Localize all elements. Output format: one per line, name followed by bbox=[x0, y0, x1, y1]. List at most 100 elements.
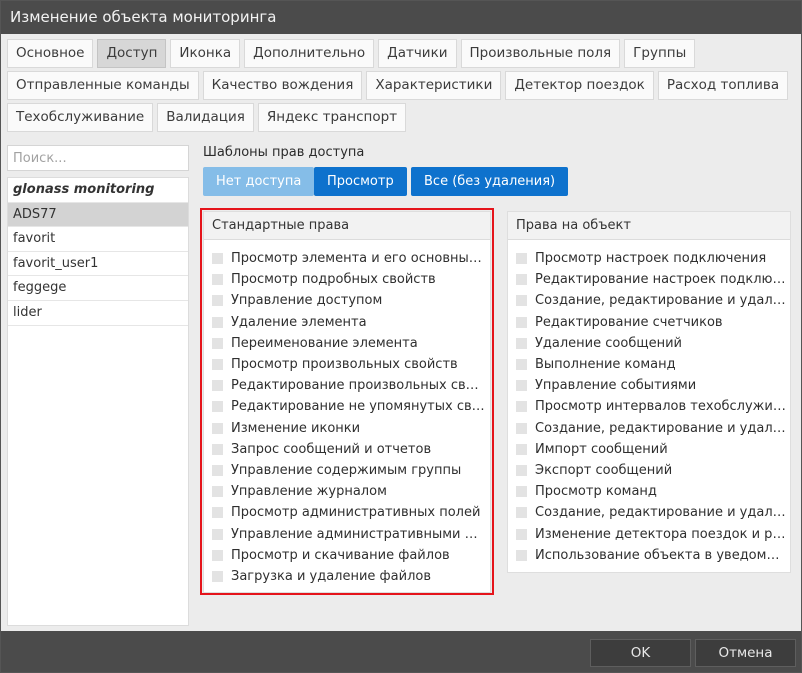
permission-checkbox[interactable] bbox=[516, 401, 527, 413]
tab-item[interactable]: Яндекс транспорт bbox=[257, 103, 407, 132]
permission-checkbox[interactable] bbox=[212, 253, 223, 265]
permission-row[interactable]: Просмотр интервалов техобслуживания bbox=[508, 396, 790, 417]
permission-checkbox[interactable] bbox=[212, 422, 223, 434]
permission-row[interactable]: Просмотр настроек подключения bbox=[508, 248, 790, 269]
permission-row[interactable]: Редактирование произвольных свойств bbox=[204, 375, 490, 396]
permission-label: Просмотр настроек подключения bbox=[535, 251, 767, 267]
permission-row[interactable]: Управление журналом bbox=[204, 481, 490, 502]
permission-row[interactable]: Управление событиями bbox=[508, 375, 790, 396]
permission-checkbox[interactable] bbox=[212, 380, 223, 392]
user-list-item[interactable]: lider bbox=[8, 301, 188, 326]
user-list-item[interactable]: favorit bbox=[8, 227, 188, 252]
view-button[interactable]: Просмотр bbox=[314, 167, 407, 196]
tab-item[interactable]: Расход топлива bbox=[657, 71, 789, 100]
permission-label: Просмотр интервалов техобслуживания bbox=[535, 399, 790, 415]
permission-label: Просмотр административных полей bbox=[231, 505, 481, 521]
tab-row-1: Основное Доступ Иконка Дополнительно Датчики… bbox=[7, 39, 699, 68]
permission-checkbox[interactable] bbox=[516, 295, 527, 307]
permission-checkbox[interactable] bbox=[212, 359, 223, 371]
permission-row[interactable]: Создание, редактирование и удаление датч… bbox=[508, 290, 790, 311]
ok-button[interactable]: OK bbox=[590, 639, 691, 667]
tab-item[interactable]: Отправленные команды bbox=[7, 71, 199, 100]
permission-checkbox[interactable] bbox=[212, 549, 223, 561]
tab-item[interactable]: Валидация bbox=[157, 103, 254, 132]
permission-row[interactable]: Просмотр административных полей bbox=[204, 502, 490, 523]
permission-checkbox[interactable] bbox=[212, 401, 223, 413]
permission-row[interactable]: Просмотр элемента и его основных свойств bbox=[204, 248, 490, 269]
tab-item[interactable]: Техобслуживание bbox=[7, 103, 154, 132]
permission-row[interactable]: Управление содержимым группы bbox=[204, 460, 490, 481]
permission-row[interactable]: Редактирование счетчиков bbox=[508, 312, 790, 333]
permission-label: Просмотр произвольных свойств bbox=[231, 357, 458, 373]
permission-row[interactable]: Редактирование настроек подключения bbox=[508, 269, 790, 290]
permission-checkbox[interactable] bbox=[212, 528, 223, 540]
permission-row[interactable]: Экспорт сообщений bbox=[508, 460, 790, 481]
permission-row[interactable]: Управление административными полями bbox=[204, 523, 490, 544]
user-list-item[interactable]: feggege bbox=[8, 276, 188, 301]
tab-item[interactable]: Основное bbox=[7, 39, 94, 68]
permission-row[interactable]: Просмотр подробных свойств bbox=[204, 269, 490, 290]
tab-item[interactable]: Качество вождения bbox=[202, 71, 363, 100]
permission-row[interactable]: Использование объекта в уведомлениях bbox=[508, 545, 790, 566]
permission-checkbox[interactable] bbox=[212, 443, 223, 455]
permission-checkbox[interactable] bbox=[212, 337, 223, 349]
permission-label: Просмотр команд bbox=[535, 484, 657, 500]
tab-item[interactable]: Доступ bbox=[97, 39, 167, 68]
tab-item[interactable]: Детектор поездок bbox=[505, 71, 654, 100]
permission-checkbox[interactable] bbox=[516, 486, 527, 498]
permission-checkbox[interactable] bbox=[516, 464, 527, 476]
permission-checkbox[interactable] bbox=[212, 570, 223, 582]
permission-checkbox[interactable] bbox=[212, 464, 223, 476]
no-access-button[interactable]: Нет доступа bbox=[203, 167, 315, 196]
user-list-item[interactable]: favorit_user1 bbox=[8, 252, 188, 277]
permission-row[interactable]: Удаление элемента bbox=[204, 312, 490, 333]
permission-checkbox[interactable] bbox=[516, 549, 527, 561]
permission-checkbox[interactable] bbox=[212, 316, 223, 328]
tab-item[interactable]: Характеристики bbox=[366, 71, 502, 100]
permission-checkbox[interactable] bbox=[212, 486, 223, 498]
permission-row[interactable]: Выполнение команд bbox=[508, 354, 790, 375]
object-rights-panel: Права на объект Просмотр настроек подклю… bbox=[507, 211, 791, 573]
permission-row[interactable]: Создание, редактирование и удаление инте… bbox=[508, 418, 790, 439]
permission-checkbox[interactable] bbox=[516, 528, 527, 540]
permission-label: Использование объекта в уведомлениях bbox=[535, 547, 790, 563]
tab-item[interactable]: Произвольные поля bbox=[460, 39, 621, 68]
permission-row[interactable]: Просмотр и скачивание файлов bbox=[204, 545, 490, 566]
permission-label: Изменение детектора поездок и расхода то… bbox=[535, 526, 790, 542]
user-list-item[interactable]: ADS77 bbox=[8, 202, 188, 228]
permission-row[interactable]: Редактирование не упомянутых свойств bbox=[204, 396, 490, 417]
permission-checkbox[interactable] bbox=[516, 253, 527, 265]
permission-checkbox[interactable] bbox=[516, 274, 527, 286]
permission-row[interactable]: Загрузка и удаление файлов bbox=[204, 566, 490, 587]
permission-checkbox[interactable] bbox=[516, 443, 527, 455]
permission-row[interactable]: Изменение иконки bbox=[204, 418, 490, 439]
permission-row[interactable]: Управление доступом bbox=[204, 290, 490, 311]
tab-item[interactable]: Группы bbox=[624, 39, 696, 68]
tab-item[interactable]: Датчики bbox=[378, 39, 457, 68]
all-no-delete-button[interactable]: Все (без удаления) bbox=[411, 167, 569, 196]
permission-checkbox[interactable] bbox=[212, 295, 223, 307]
permission-row[interactable]: Переименование элемента bbox=[204, 333, 490, 354]
permission-checkbox[interactable] bbox=[516, 359, 527, 371]
permission-checkbox[interactable] bbox=[516, 380, 527, 392]
user-list-panel: glonass monitoringADS77favoritfavorit_us… bbox=[7, 145, 189, 626]
user-group-item[interactable]: glonass monitoring bbox=[8, 178, 188, 203]
permission-checkbox[interactable] bbox=[516, 337, 527, 349]
permission-row[interactable]: Изменение детектора поездок и расхода то… bbox=[508, 523, 790, 544]
permission-checkbox[interactable] bbox=[212, 274, 223, 286]
tab-item[interactable]: Иконка bbox=[170, 39, 241, 68]
permission-row[interactable]: Запрос сообщений и отчетов bbox=[204, 439, 490, 460]
permission-checkbox[interactable] bbox=[516, 507, 527, 519]
permission-row[interactable]: Просмотр команд bbox=[508, 481, 790, 502]
permission-row[interactable]: Создание, редактирование и удаление кома… bbox=[508, 502, 790, 523]
permission-label: Удаление сообщений bbox=[535, 335, 682, 351]
permission-row[interactable]: Удаление сообщений bbox=[508, 333, 790, 354]
permission-checkbox[interactable] bbox=[516, 422, 527, 434]
permission-checkbox[interactable] bbox=[212, 507, 223, 519]
tab-item[interactable]: Дополнительно bbox=[244, 39, 375, 68]
permission-checkbox[interactable] bbox=[516, 316, 527, 328]
permission-row[interactable]: Просмотр произвольных свойств bbox=[204, 354, 490, 375]
permission-row[interactable]: Импорт сообщений bbox=[508, 439, 790, 460]
search-input[interactable] bbox=[7, 145, 189, 171]
cancel-button[interactable]: Отмена bbox=[695, 639, 796, 667]
